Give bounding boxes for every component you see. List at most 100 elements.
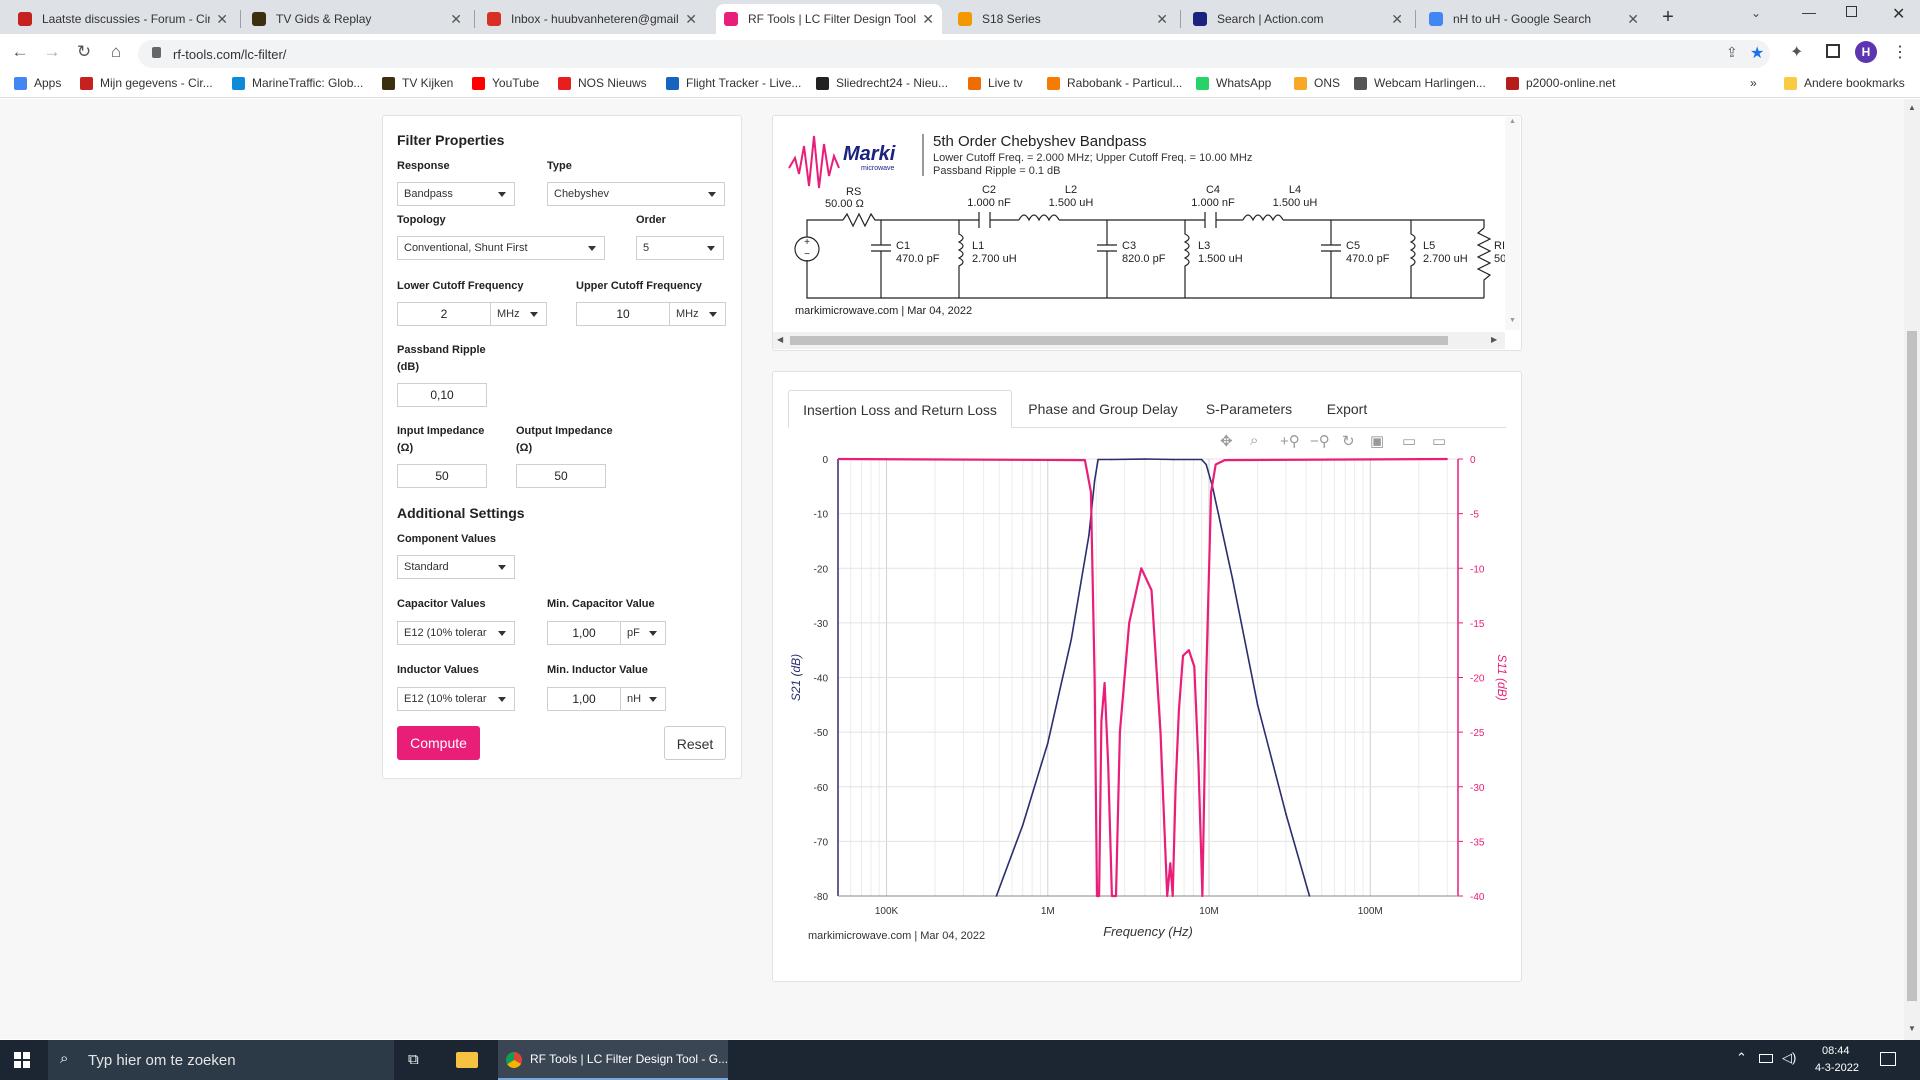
inductor-values-select[interactable]: E12 (10% tolerar [397,687,515,711]
browser-tab[interactable]: Inbox - huubvanheteren@gmail. ✕ [479,4,705,34]
back-button[interactable]: ← [10,42,30,62]
bookmark-label: Webcam Harlingen... [1374,76,1486,90]
more-bookmarks-icon[interactable]: » [1750,76,1757,90]
lower-cutoff-unit-select[interactable]: MHz [490,302,547,326]
scroll-right-arrow[interactable]: ▶ [1491,335,1497,344]
bookmark-item[interactable]: Rabobank - Particul... [1047,76,1182,90]
order-select[interactable]: 5 [636,236,724,260]
bookmark-star-icon[interactable]: ★ [1750,43,1764,63]
lower-cutoff-input[interactable]: 2 [397,302,491,326]
response-select[interactable]: Bandpass [397,182,515,206]
chart-footer: markimicrowave.com | Mar 04, 2022 [808,930,985,942]
min-capacitor-input[interactable]: 1,00 [547,621,621,645]
browser-tab[interactable]: S18 Series ✕ [950,4,1176,34]
bookmark-item[interactable]: NOS Nieuws [558,76,647,90]
close-tab-icon[interactable]: ✕ [450,11,462,28]
bookmark-item[interactable]: Apps [14,76,61,90]
scroll-thumb[interactable] [790,336,1448,345]
x-tick-label: 10M [1199,906,1218,917]
tab-search-icon[interactable]: ⌄ [1751,6,1761,20]
new-tab-button[interactable]: + [1656,6,1680,30]
close-window-button[interactable]: ✕ [1892,4,1905,24]
bookmark-item[interactable]: TV Kijken [382,76,453,90]
min-capacitor-unit-select[interactable]: pF [620,621,666,645]
browser-tab[interactable]: nH to uH - Google Search ✕ [1421,4,1647,34]
tray-chevron-icon[interactable]: ⌃ [1736,1050,1747,1066]
tab-phase-group-delay[interactable]: Phase and Group Delay [1020,390,1186,428]
share-icon[interactable]: ⇪ [1726,44,1738,61]
bookmark-item[interactable]: Mijn gegevens - Cir... [80,76,213,90]
browser-tab[interactable]: TV Gids & Replay ✕ [244,4,470,34]
chrome-taskbar-item[interactable]: RF Tools | LC Filter Design Tool - G... [498,1040,728,1080]
minimize-button[interactable]: — [1802,4,1816,20]
file-explorer-icon[interactable] [456,1052,478,1068]
close-tab-icon[interactable]: ✕ [685,11,697,28]
extensions-icon[interactable]: ✦ [1790,42,1803,62]
home-button[interactable]: ⌂ [106,42,126,62]
clock-date[interactable]: 4-3-2022 [1815,1062,1859,1074]
tab-export[interactable]: Export [1316,390,1378,428]
type-select[interactable]: Chebyshev [547,182,725,206]
input-impedance-input[interactable]: 50 [397,464,487,488]
forward-button[interactable]: → [42,42,62,62]
close-tab-icon[interactable]: ✕ [1156,11,1168,28]
page-scrollbar[interactable]: ▲ ▼ [1904,99,1920,1040]
bookmark-item[interactable]: ONS [1294,76,1340,90]
l2-value: 1.500 uH [1049,197,1094,209]
tab-s-parameters[interactable]: S-Parameters [1196,390,1302,428]
task-view-icon[interactable]: ⧉ [408,1051,419,1068]
upper-cutoff-input[interactable]: 10 [576,302,670,326]
close-tab-icon[interactable]: ✕ [1391,11,1403,28]
close-tab-icon[interactable]: ✕ [1627,11,1639,28]
component-values-select[interactable]: Standard [397,555,515,579]
rl-name: RI [1494,240,1505,252]
side-panel-icon[interactable] [1826,44,1840,58]
bookmark-item[interactable]: Sliedrecht24 - Nieu... [816,76,948,90]
restore-button[interactable] [1846,6,1857,17]
scroll-up-arrow[interactable]: ▲ [1908,103,1916,112]
schematic-hscrollbar[interactable]: ◀ ▶ [773,332,1505,349]
avatar[interactable]: H [1855,41,1877,63]
min-inductor-input[interactable]: 1,00 [547,687,621,711]
other-bookmarks[interactable]: Andere bookmarks [1784,76,1905,90]
bookmark-item[interactable]: Webcam Harlingen... [1354,76,1486,90]
c4-name: C4 [1206,184,1220,196]
topology-select[interactable]: Conventional, Shunt First [397,236,605,260]
bookmark-item[interactable]: WhatsApp [1196,76,1271,90]
browser-tab[interactable]: RF Tools | LC Filter Design Tool ✕ [716,4,942,34]
y2-tick-label: -10 [1470,564,1485,575]
taskbar-search-box[interactable]: ⌕ Typ hier om te zoeken [48,1040,394,1080]
address-bar[interactable]: rf-tools.com/lc-filter/ ⇪ ★ [138,40,1770,68]
min-inductor-unit-select[interactable]: nH [620,687,666,711]
reload-button[interactable]: ↻ [74,42,94,62]
scroll-down-arrow[interactable]: ▼ [1908,1024,1916,1033]
bookmark-item[interactable]: p2000-online.net [1506,76,1615,90]
schematic-vscrollbar[interactable]: ▲ ▼ [1505,117,1520,330]
bookmark-item[interactable]: Flight Tracker - Live... [666,76,801,90]
browser-tab-label: TV Gids & Replay [276,12,372,26]
close-tab-icon[interactable]: ✕ [922,11,934,28]
windows-start-icon[interactable] [14,1052,30,1068]
passband-ripple-input[interactable]: 0,10 [397,383,487,407]
bookmark-item[interactable]: MarineTraffic: Glob... [232,76,363,90]
output-impedance-input[interactable]: 50 [516,464,606,488]
capacitor-values-select[interactable]: E12 (10% tolerar [397,621,515,645]
reset-button[interactable]: Reset [664,726,726,760]
upper-cutoff-unit-select[interactable]: MHz [669,302,726,326]
clock-time[interactable]: 08:44 [1822,1045,1850,1057]
close-tab-icon[interactable]: ✕ [216,11,228,28]
browser-tab[interactable]: Search | Action.com ✕ [1185,4,1411,34]
battery-icon[interactable] [1759,1054,1773,1063]
browser-tab[interactable]: Laatste discussies - Forum - Circ ✕ [10,4,236,34]
menu-icon[interactable]: ⋮ [1892,42,1908,62]
scroll-up-arrow[interactable]: ▲ [1509,118,1516,125]
tab-insertion-loss[interactable]: Insertion Loss and Return Loss [788,390,1012,428]
scroll-thumb[interactable] [1907,331,1917,1001]
notifications-icon[interactable] [1880,1052,1896,1066]
scroll-down-arrow[interactable]: ▼ [1509,317,1516,324]
bookmark-item[interactable]: YouTube [472,76,539,90]
compute-button[interactable]: Compute [397,726,480,760]
bookmark-item[interactable]: Live tv [968,76,1023,90]
volume-icon[interactable]: ◁) [1782,1050,1796,1066]
scroll-left-arrow[interactable]: ◀ [777,335,783,344]
